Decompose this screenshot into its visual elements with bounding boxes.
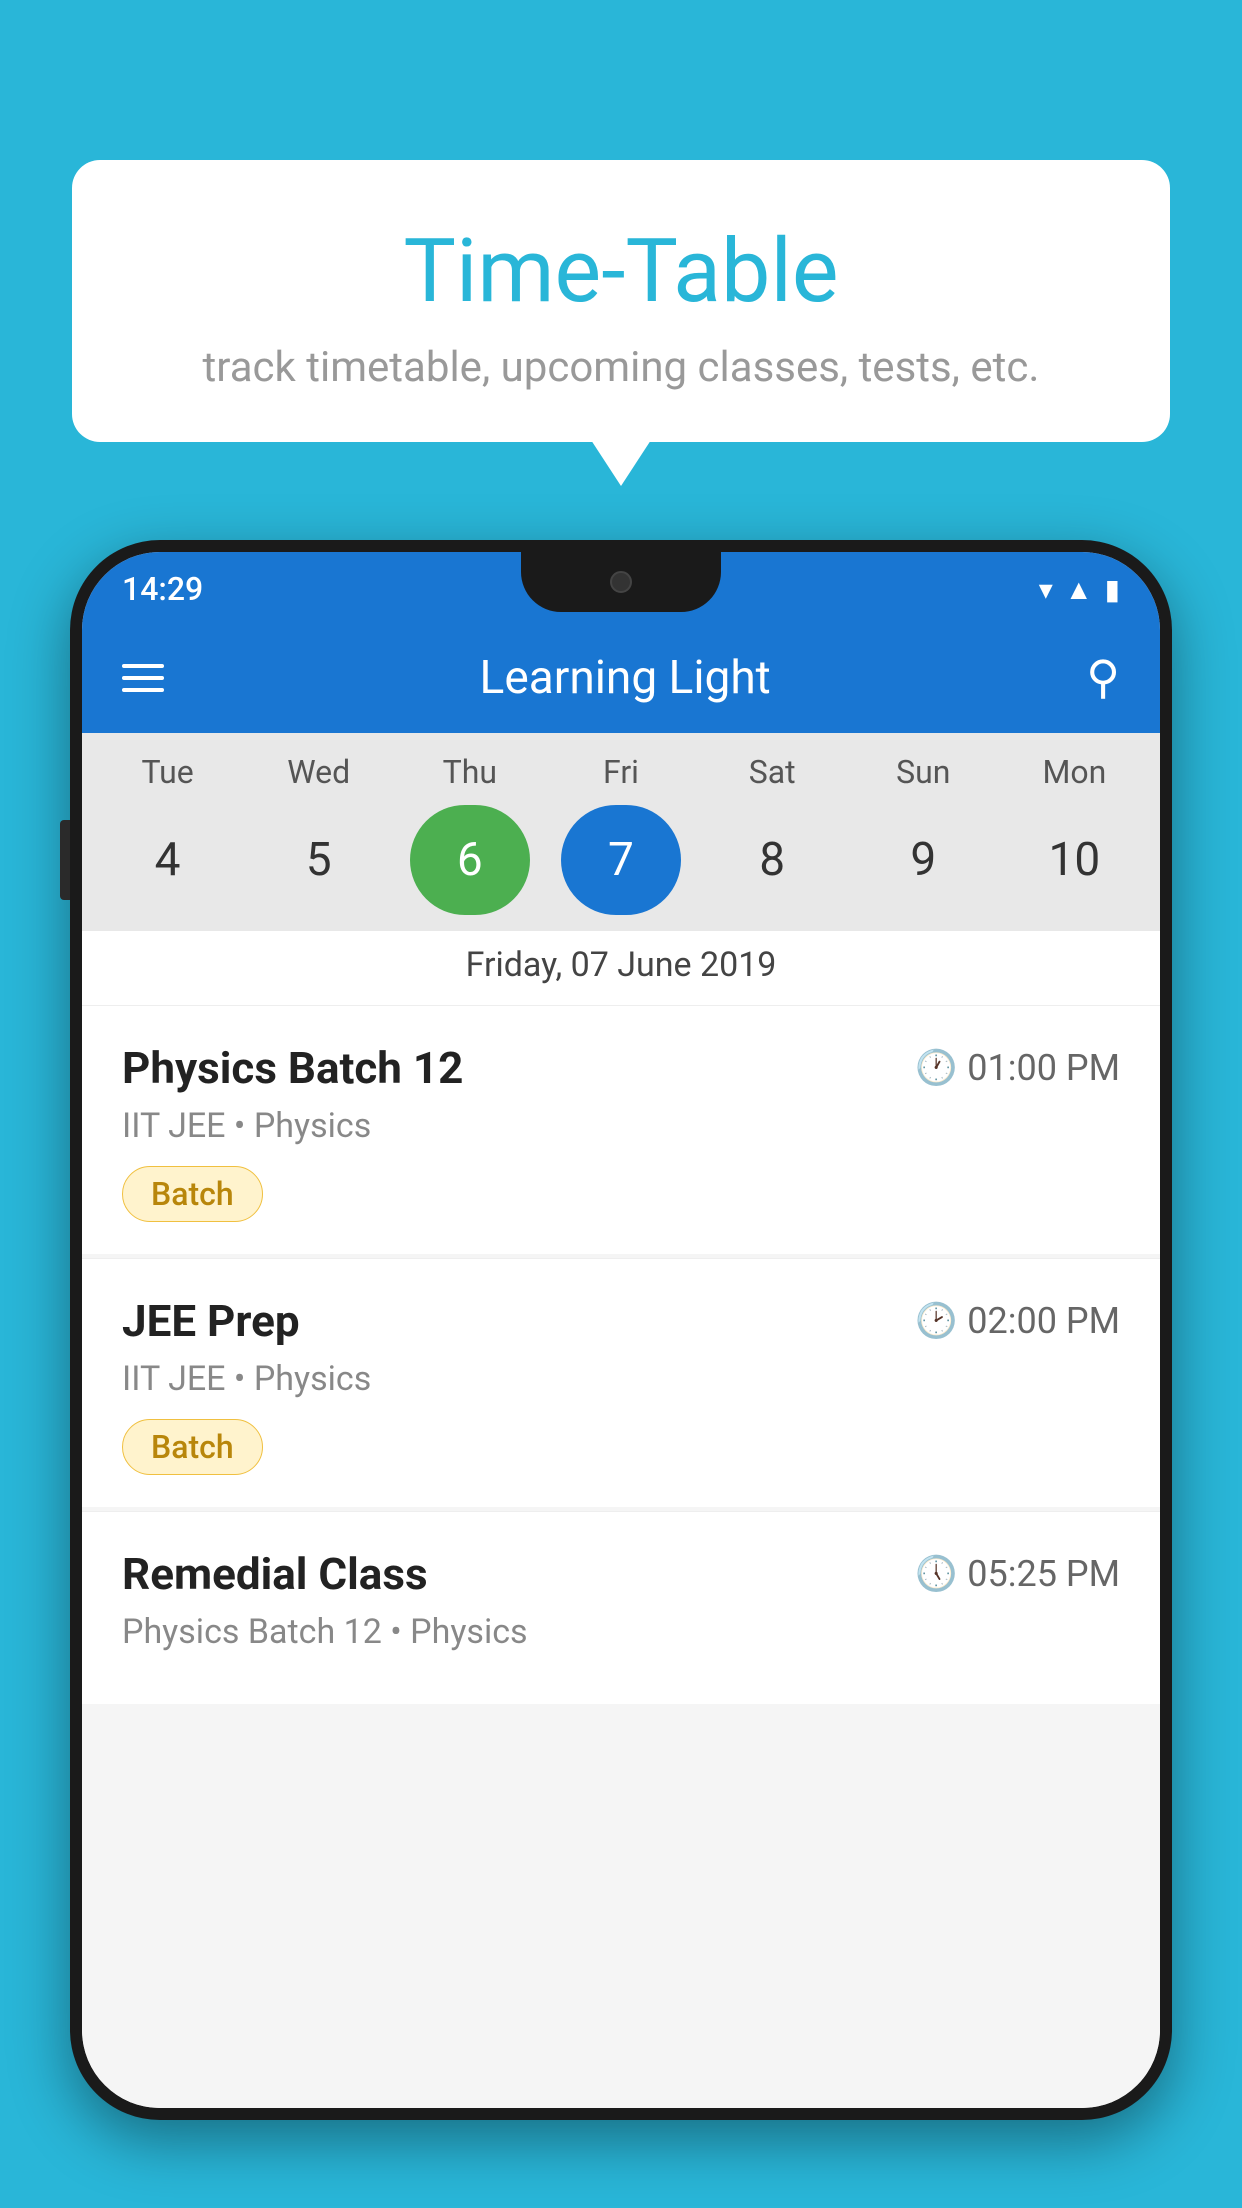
schedule-item-2-header: JEE Prep 🕑 02:00 PM bbox=[122, 1295, 1120, 1347]
day-label-sun: Sun bbox=[863, 753, 983, 791]
day-label-tue: Tue bbox=[108, 753, 228, 791]
selected-date-label: Friday, 07 June 2019 bbox=[82, 931, 1160, 1005]
clock-icon-3: 🕔 bbox=[915, 1554, 957, 1594]
day-label-sat: Sat bbox=[712, 753, 832, 791]
class-detail-3: Physics Batch 12 • Physics bbox=[122, 1612, 1120, 1652]
class-detail-2: IIT JEE • Physics bbox=[122, 1359, 1120, 1399]
class-name-1: Physics Batch 12 bbox=[122, 1042, 463, 1094]
app-bar: Learning Light ⚲ bbox=[82, 622, 1160, 733]
schedule-list: Physics Batch 12 🕐 01:00 PM IIT JEE • Ph… bbox=[82, 1005, 1160, 2108]
clock-icon-2: 🕑 bbox=[915, 1301, 957, 1341]
battery-icon: ▮ bbox=[1105, 573, 1120, 606]
signal-icon: ▲ bbox=[1065, 573, 1093, 606]
phone-screen: 14:29 ▾ ▲ ▮ Learning Light ⚲ bbox=[82, 552, 1160, 2108]
schedule-item-2[interactable]: JEE Prep 🕑 02:00 PM IIT JEE • Physics Ba… bbox=[82, 1258, 1160, 1507]
schedule-item-1-header: Physics Batch 12 🕐 01:00 PM bbox=[122, 1042, 1120, 1094]
bubble-title: Time-Table bbox=[112, 220, 1130, 323]
hamburger-icon[interactable] bbox=[122, 664, 164, 692]
date-8[interactable]: 8 bbox=[712, 805, 832, 915]
day-label-thu: Thu bbox=[410, 753, 530, 791]
date-7-selected[interactable]: 7 bbox=[561, 805, 681, 915]
date-numbers: 4 5 6 7 8 9 10 bbox=[82, 805, 1160, 915]
day-label-wed: Wed bbox=[259, 753, 379, 791]
status-time: 14:29 bbox=[122, 570, 203, 608]
search-icon[interactable]: ⚲ bbox=[1086, 650, 1120, 705]
date-5[interactable]: 5 bbox=[259, 805, 379, 915]
days-of-week: Tue Wed Thu Fri Sat Sun Mon bbox=[82, 753, 1160, 791]
calendar-strip[interactable]: Tue Wed Thu Fri Sat Sun Mon 4 5 6 7 8 9 … bbox=[82, 733, 1160, 1005]
app-title: Learning Light bbox=[480, 651, 771, 705]
class-time-1: 🕐 01:00 PM bbox=[915, 1047, 1120, 1089]
date-10[interactable]: 10 bbox=[1014, 805, 1134, 915]
day-label-fri: Fri bbox=[561, 753, 681, 791]
class-detail-1: IIT JEE • Physics bbox=[122, 1106, 1120, 1146]
camera bbox=[610, 571, 632, 593]
schedule-item-3[interactable]: Remedial Class 🕔 05:25 PM Physics Batch … bbox=[82, 1511, 1160, 1704]
phone-frame: 14:29 ▾ ▲ ▮ Learning Light ⚲ bbox=[70, 540, 1172, 2120]
wifi-icon: ▾ bbox=[1039, 573, 1053, 606]
bubble-subtitle: track timetable, upcoming classes, tests… bbox=[112, 343, 1130, 392]
schedule-item-3-header: Remedial Class 🕔 05:25 PM bbox=[122, 1548, 1120, 1600]
day-label-mon: Mon bbox=[1014, 753, 1134, 791]
phone-container: 14:29 ▾ ▲ ▮ Learning Light ⚲ bbox=[70, 540, 1172, 2208]
class-name-2: JEE Prep bbox=[122, 1295, 300, 1347]
speech-bubble-container: Time-Table track timetable, upcoming cla… bbox=[72, 160, 1170, 442]
date-4[interactable]: 4 bbox=[108, 805, 228, 915]
class-time-3: 🕔 05:25 PM bbox=[915, 1553, 1120, 1595]
class-name-3: Remedial Class bbox=[122, 1548, 428, 1600]
date-9[interactable]: 9 bbox=[863, 805, 983, 915]
status-icons: ▾ ▲ ▮ bbox=[1039, 573, 1120, 606]
class-time-2: 🕑 02:00 PM bbox=[915, 1300, 1120, 1342]
schedule-item-1[interactable]: Physics Batch 12 🕐 01:00 PM IIT JEE • Ph… bbox=[82, 1005, 1160, 1254]
date-6-today[interactable]: 6 bbox=[410, 805, 530, 915]
clock-icon-1: 🕐 bbox=[915, 1048, 957, 1088]
batch-badge-2: Batch bbox=[122, 1419, 263, 1475]
phone-notch bbox=[521, 552, 721, 612]
speech-bubble: Time-Table track timetable, upcoming cla… bbox=[72, 160, 1170, 442]
batch-badge-1: Batch bbox=[122, 1166, 263, 1222]
